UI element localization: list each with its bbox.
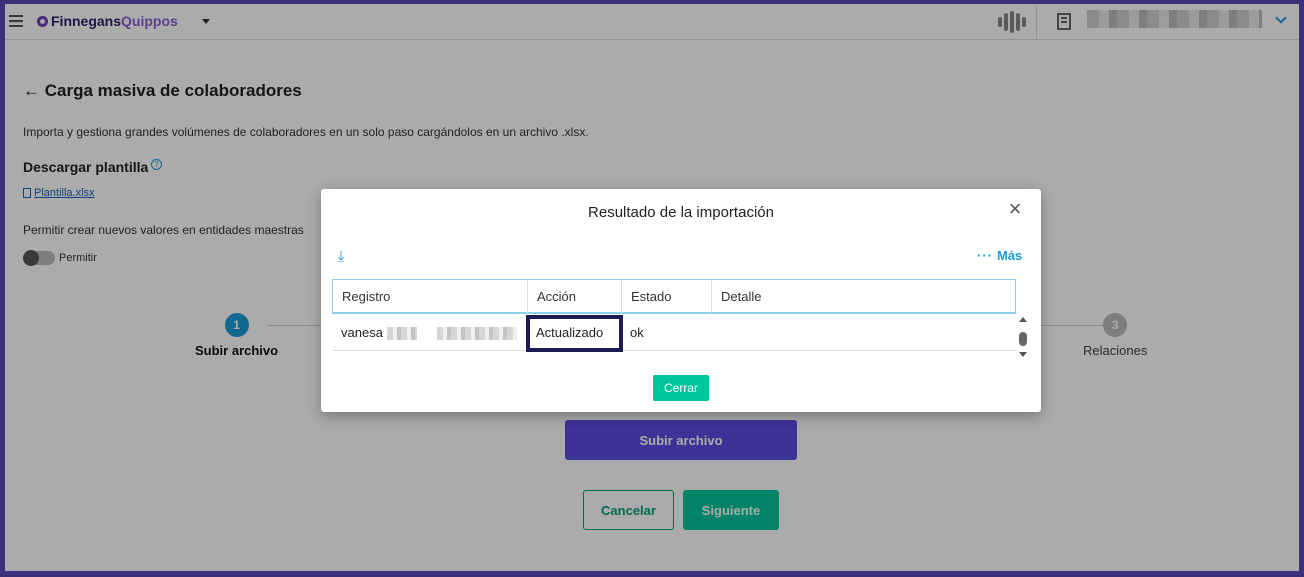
modal-title: Resultado de la importación (588, 204, 774, 221)
cell-detalle (711, 316, 1014, 350)
redacted-text (437, 327, 517, 340)
redacted-text (387, 327, 417, 340)
cell-registro-text: vanesa (341, 325, 383, 340)
column-header-registro[interactable]: Registro (333, 280, 528, 313)
close-button[interactable]: Cerrar (653, 375, 709, 401)
scroll-up-icon[interactable] (1019, 317, 1027, 322)
scroll-down-icon[interactable] (1019, 352, 1027, 357)
highlight-box (526, 315, 623, 352)
table-header: Registro Acción Estado Detalle (332, 279, 1016, 314)
more-dots-icon: ··· (977, 248, 993, 263)
more-label: Más (997, 248, 1023, 263)
column-header-detalle[interactable]: Detalle (712, 280, 1015, 313)
import-result-modal: Resultado de la importación × ⤓ ··· Más R… (321, 189, 1041, 412)
app-frame: Finnegans Quippos ← Carga masiva de colab… (5, 4, 1299, 571)
table-row[interactable]: vanesa Actualizado ok (332, 315, 1016, 352)
table-scrollbar[interactable] (1017, 313, 1029, 363)
download-icon[interactable]: ⤓ (334, 249, 348, 265)
scroll-thumb[interactable] (1019, 332, 1027, 346)
more-button[interactable]: ··· Más (977, 248, 1022, 263)
column-header-accion[interactable]: Acción (528, 280, 622, 313)
column-header-estado[interactable]: Estado (622, 280, 712, 313)
cell-estado: ok (630, 325, 644, 340)
close-icon[interactable]: × (1005, 198, 1025, 220)
